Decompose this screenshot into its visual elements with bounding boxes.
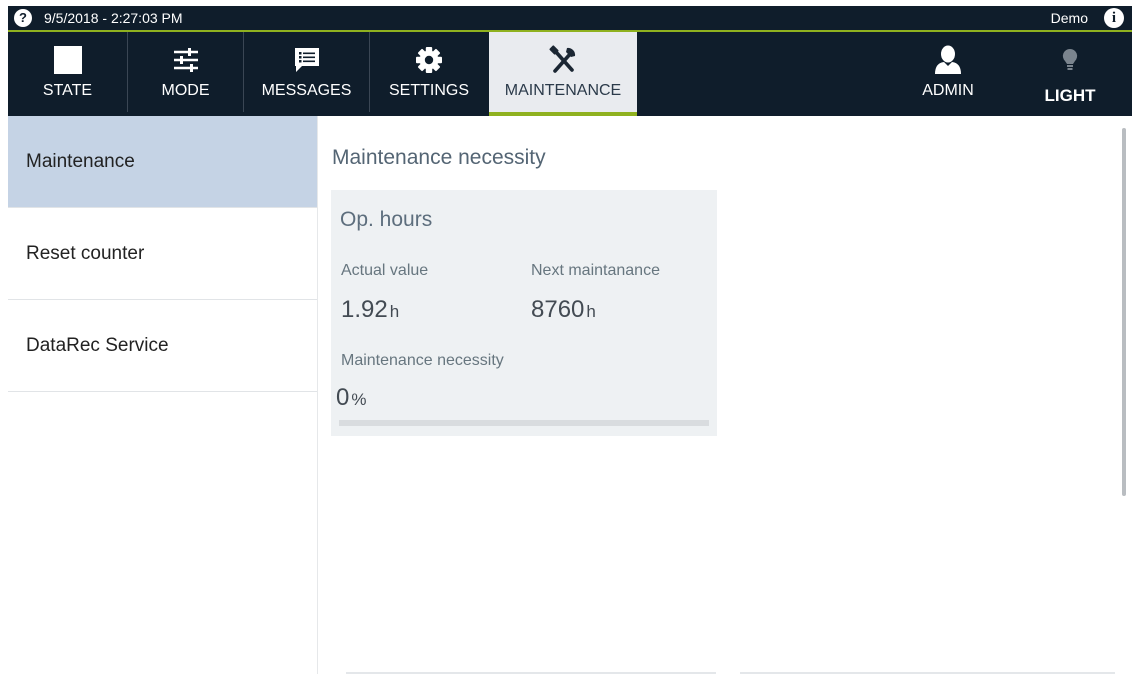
sliders-icon bbox=[128, 46, 243, 74]
datetime-label: 9/5/2018 - 2:27:03 PM bbox=[44, 10, 183, 26]
card-title: Op. hours bbox=[340, 208, 433, 231]
actual-value-number: 1.92 bbox=[341, 296, 388, 323]
nav-admin-label: ADMIN bbox=[922, 82, 974, 99]
message-list-icon bbox=[244, 46, 369, 74]
next-maintenance-unit: h bbox=[586, 302, 596, 321]
app-window: ? 9/5/2018 - 2:27:03 PM Demo i STATE MOD… bbox=[8, 6, 1132, 674]
nav-messages-label: MESSAGES bbox=[261, 82, 352, 99]
user-label: Demo bbox=[1050, 10, 1088, 26]
nav-mode-button[interactable]: MODE bbox=[128, 32, 243, 112]
sidebar-item-reset-counter[interactable]: Reset counter bbox=[8, 208, 317, 300]
maintenance-necessity-label: Maintenance necessity bbox=[341, 352, 504, 369]
nav-state-button[interactable]: STATE bbox=[8, 32, 127, 112]
actual-value-label: Actual value bbox=[341, 262, 429, 279]
nav-state-label: STATE bbox=[42, 82, 93, 99]
square-icon bbox=[8, 46, 127, 74]
nav-settings-label: SETTINGS bbox=[388, 82, 469, 99]
op-hours-card: Op. hours Actual value 1.92 h Next mainta… bbox=[331, 190, 717, 436]
sidebar-item-datarec-service[interactable]: DataRec Service bbox=[8, 300, 317, 392]
next-maintenance-value: 8760 h bbox=[531, 296, 596, 324]
maintenance-necessity-number: 0 bbox=[336, 384, 350, 411]
nav-messages-button[interactable]: MESSAGES bbox=[244, 32, 369, 112]
user-icon bbox=[888, 45, 1008, 74]
nav-maintenance-label: MAINTENANCE bbox=[504, 82, 622, 99]
sidebar-item-label: Reset counter bbox=[26, 243, 145, 264]
nav-settings-button[interactable]: SETTINGS bbox=[370, 32, 488, 112]
sidebar: Maintenance Reset counter DataRec Servic… bbox=[8, 116, 318, 674]
next-maintenance-number: 8760 bbox=[531, 296, 585, 323]
nav-light-label: LIGHT bbox=[1044, 86, 1096, 105]
help-icon[interactable]: ? bbox=[14, 9, 32, 27]
gear-icon bbox=[370, 46, 488, 74]
nav-mode-label: MODE bbox=[161, 82, 210, 99]
tools-icon bbox=[489, 45, 637, 74]
maintenance-necessity-unit: % bbox=[351, 390, 367, 409]
nav-maintenance-button[interactable]: MAINTENANCE bbox=[489, 32, 637, 114]
status-bar: ? 9/5/2018 - 2:27:03 PM Demo i bbox=[8, 6, 1132, 30]
maintenance-necessity-value: 0% bbox=[336, 384, 366, 412]
next-maintenance-label: Next maintanance bbox=[531, 262, 660, 279]
sidebar-item-label: DataRec Service bbox=[26, 335, 169, 356]
scrollbar[interactable] bbox=[1122, 128, 1126, 496]
main-content: Maintenance necessity Op. hours Actual v… bbox=[318, 116, 1132, 674]
actual-value-unit: h bbox=[389, 302, 400, 321]
nav-light-button[interactable]: LIGHT bbox=[1014, 32, 1126, 116]
lightbulb-icon bbox=[1014, 48, 1126, 72]
page-title: Maintenance necessity bbox=[332, 146, 546, 169]
maintenance-progress-bar bbox=[339, 420, 709, 426]
sidebar-item-maintenance[interactable]: Maintenance bbox=[8, 116, 317, 208]
sidebar-item-label: Maintenance bbox=[26, 151, 135, 172]
nav-admin-button[interactable]: ADMIN bbox=[888, 32, 1008, 112]
nav-bar: STATE MODE MESSAGES SETTINGS MAINTENANCE… bbox=[8, 32, 1132, 116]
info-icon[interactable]: i bbox=[1104, 8, 1124, 28]
actual-value: 1.92 h bbox=[341, 296, 399, 324]
